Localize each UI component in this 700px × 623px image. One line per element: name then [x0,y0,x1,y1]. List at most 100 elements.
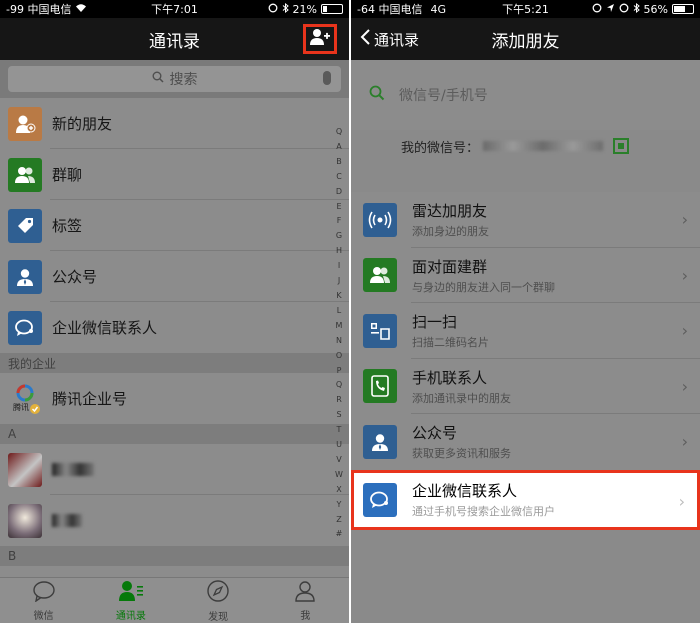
me-icon [294,580,316,605]
chevron-right-icon: › [681,265,688,285]
list-item-wecom-contacts[interactable]: 企业微信联系人 [0,302,349,353]
item-title: 手机联系人 [412,368,488,387]
list-item-wecom-contacts[interactable]: 企业微信联系人 通过手机号搜索企业微信用户 › [351,469,700,530]
scan-icon [363,313,397,348]
tencent-logo-text: 腾讯 [13,402,29,412]
tab-label: 我 [300,610,311,622]
battery-icon [321,4,343,14]
item-subtitle: 添加身边的朋友 [412,225,489,239]
compass-icon [206,579,230,606]
item-title: 公众号 [412,424,458,443]
blurred-contact-name [52,463,94,476]
section-header-a: A [0,424,349,444]
add-methods-list: 雷达加朋友 添加身边的朋友 › 面对面建群 与身边的朋友进入同一个群聊 › 扫一… [351,192,700,530]
item-title: 雷达加朋友 [412,202,488,221]
item-title: 企业微信联系人 [412,482,518,500]
microphone-icon[interactable] [323,71,331,85]
status-time: 下午5:21 [502,3,549,16]
tencent-logo-icon: 腾讯 [8,382,42,416]
list-item-radar[interactable]: 雷达加朋友 添加身边的朋友 › [351,192,700,248]
wechat-id-search-input[interactable]: 微信号/手机号 [351,60,700,130]
list-item-label: 新的朋友 [52,115,113,133]
item-subtitle: 获取更多资讯和服务 [412,447,511,461]
my-wechat-id-label: 我的微信号： [401,140,480,156]
status-time: 下午7:01 [151,3,198,16]
my-wechat-id: 我的微信号： [351,130,700,162]
chevron-right-icon: › [681,321,688,340]
search-icon [369,85,385,105]
search-input[interactable]: 搜索 [8,66,341,92]
search-placeholder: 搜索 [169,72,198,88]
list-item-scan[interactable]: 扫一扫 扫描二维码名片 › [351,303,700,359]
alphabet-index[interactable]: Q A B C D E F G H I J K L M N O P Q R S T U V W X Y Z # [333,125,345,542]
contacts-screen: -99 中国电信 下午7:01 21% 通讯录 搜索 新的朋友 群聊 标签 公众… [0,0,349,623]
list-item-label: 标签 [52,217,83,235]
list-item-official-accounts[interactable]: 公众号 获取更多资讯和服务 › [351,414,700,470]
item-subtitle: 扫描二维码名片 [412,336,489,350]
page-title: 添加朋友 [491,31,560,52]
blurred-wechat-id [483,141,604,151]
chevron-left-icon [359,28,371,50]
contacts-icon [118,580,144,605]
list-item-label: 企业微信联系人 [52,319,158,337]
status-bar: -99 中国电信 下午7:01 21% [0,0,349,18]
wecom-icon [8,310,42,345]
list-item-phone-contacts[interactable]: 手机联系人 添加通讯录中的朋友 › [351,359,700,414]
avatar [8,503,42,538]
group-icon [8,157,42,192]
add-friend-icon [8,106,42,141]
tab-label: 微信 [33,610,54,622]
contact-row[interactable] [0,495,349,546]
list-item-tags[interactable]: 标签 [0,200,349,251]
tab-discover[interactable]: 发现 [175,578,262,623]
tab-me[interactable]: 我 [262,578,349,623]
radar-icon [363,202,397,237]
list-item-new-friends[interactable]: 新的朋友 [0,98,349,149]
search-icon [152,71,164,87]
phone-contacts-icon [363,369,397,404]
item-title: 面对面建群 [412,257,488,276]
item-subtitle: 与身边的朋友进入同一个群聊 [412,280,555,294]
tab-contacts[interactable]: 通讯录 [87,578,174,623]
list-item-group-chats[interactable]: 群聊 [0,149,349,200]
tag-icon [8,208,42,243]
list-item-label: 群聊 [52,166,83,184]
list-item-face-to-face-group[interactable]: 面对面建群 与身边的朋友进入同一个群聊 › [351,248,700,303]
contact-row[interactable] [0,444,349,495]
list-item-tencent-enterprise[interactable]: 腾讯 腾讯企业号 [0,373,349,424]
wecom-icon [363,482,397,517]
add-contact-icon [309,28,331,51]
screenshot-root: -99 中国电信 下午7:01 21% 通讯录 搜索 新的朋友 群聊 标签 公众… [0,0,700,623]
tab-bar: 微信 通讯录 发现 我 [0,577,349,623]
section-header-enterprise: 我的企业 [0,353,349,373]
battery-icon [672,4,694,14]
item-title: 扫一扫 [412,313,458,332]
add-contact-button[interactable] [303,24,337,54]
qr-code-icon[interactable] [613,138,630,154]
chat-icon [32,580,56,605]
list-item-official-accounts[interactable]: 公众号 [0,251,349,302]
item-subtitle: 添加通讯录中的朋友 [412,391,511,405]
page-title: 通讯录 [149,31,200,52]
official-account-icon [8,259,42,294]
tab-chats[interactable]: 微信 [0,578,87,623]
back-button[interactable]: 通讯录 [359,18,419,60]
list-item-label: 腾讯企业号 [52,390,128,408]
back-label: 通讯录 [374,30,420,49]
search-placeholder: 微信号/手机号 [399,88,488,104]
tab-label: 通讯录 [115,610,146,622]
blurred-contact-name [52,514,82,527]
item-subtitle: 通过手机号搜索企业微信用户 [412,505,555,518]
chevron-right-icon: › [678,491,685,511]
chevron-right-icon: › [681,432,688,451]
nav-bar: 通讯录 [0,18,349,60]
section-header-b: B [0,546,349,566]
search-area: 搜索 [0,60,349,98]
nav-bar: 通讯录 添加朋友 [351,18,700,60]
tab-label: 发现 [208,611,229,623]
avatar [8,452,42,487]
face-group-icon [363,258,397,293]
list-item-label: 公众号 [52,268,98,286]
chevron-right-icon: › [681,376,688,396]
add-friends-screen: -64 中国电信 4G 下午5:21 56% 通讯录 添加朋友 微信号/手机号 [351,0,700,623]
